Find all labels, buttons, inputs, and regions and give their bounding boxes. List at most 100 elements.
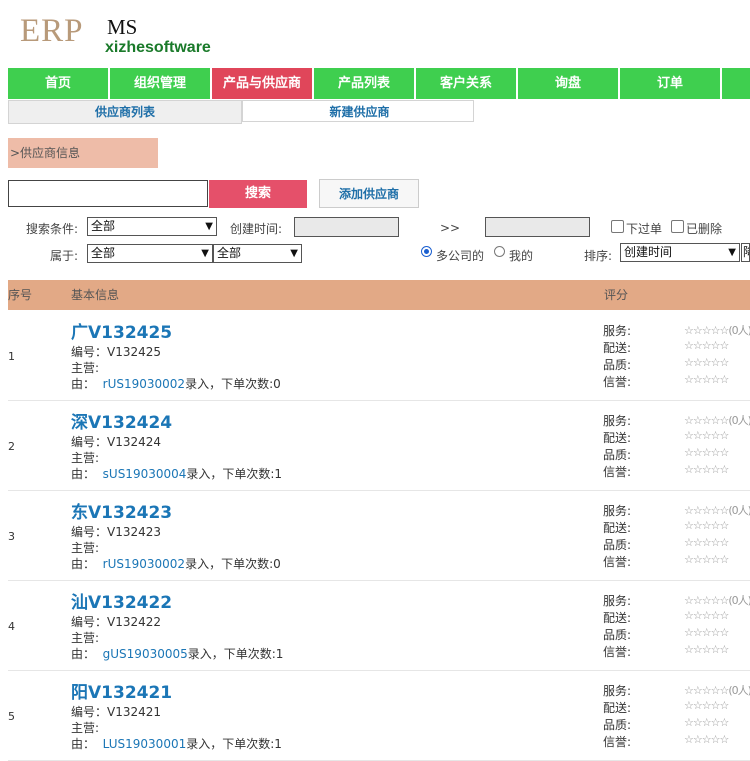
table-row: 2 深V132424 编号：V132424 主营: 由： sUS19030004… xyxy=(8,400,750,491)
breadcrumb: >供应商信息 xyxy=(8,138,158,168)
chevron-down-icon: ▼ xyxy=(205,221,213,232)
nav-tab-org[interactable]: 组织管理 xyxy=(110,68,210,99)
search-button[interactable]: 搜索 xyxy=(209,180,307,208)
rating-service-label: 服务: xyxy=(603,684,632,698)
supplier-entered-by: 由： rUS19030002录入，下单次数:0 xyxy=(71,555,281,572)
rating-credit-label: 信誉: xyxy=(603,375,632,389)
star-rating-icon: ☆☆☆☆☆(0人) xyxy=(684,682,750,698)
subnav-supplier-list[interactable]: 供应商列表 xyxy=(8,100,242,124)
nav-tab-customers[interactable]: 客户关系 xyxy=(416,68,516,99)
sort-select[interactable]: 创建时间 ▼ xyxy=(620,243,740,262)
entered-by-user-link[interactable]: gUS19030005 xyxy=(103,647,188,661)
deleted-checkbox[interactable] xyxy=(671,220,684,233)
star-rating-icon: ☆☆☆☆☆ xyxy=(684,626,729,639)
star-rating-icon: ☆☆☆☆☆ xyxy=(684,716,729,729)
supplier-code: 编号：V132421 xyxy=(71,705,162,719)
entered-by-suffix: 录入，下单次数:0 xyxy=(185,377,281,391)
row-index: 1 xyxy=(8,350,15,363)
scope-mine-label: 我的 xyxy=(509,249,534,263)
rating-credit-label: 信誉: xyxy=(603,735,632,749)
supplier-name-link[interactable]: 汕V132422 xyxy=(71,588,172,613)
rating-count: (0人) xyxy=(728,414,750,427)
stars: ☆☆☆☆☆ xyxy=(684,594,729,607)
sort-label: 排序: xyxy=(584,249,613,263)
rating-count: (0人) xyxy=(728,684,750,697)
belong-label: 属于: xyxy=(50,249,79,263)
belong-select-1[interactable]: 全部 ▼ xyxy=(87,244,213,263)
star-rating-icon: ☆☆☆☆☆ xyxy=(684,553,729,566)
table-row: 4 汕V132422 编号：V132422 主营: 由： gUS19030005… xyxy=(8,580,750,671)
created-from-input[interactable] xyxy=(294,217,399,237)
rating-quality-label: 品质: xyxy=(603,358,632,372)
entered-by-user-link[interactable]: rUS19030002 xyxy=(103,557,185,571)
supplier-entered-by: 由： gUS19030005录入，下单次数:1 xyxy=(71,645,283,662)
entered-by-user-link[interactable]: sUS19030004 xyxy=(103,467,187,481)
rating-service-label: 服务: xyxy=(603,504,632,518)
condition-label: 搜索条件: xyxy=(26,222,79,236)
scope-all-label: 多公司的 xyxy=(436,249,485,263)
row-index: 4 xyxy=(8,620,15,633)
supplier-name-link[interactable]: 阳V132421 xyxy=(71,678,172,703)
header-basic-info: 基本信息 xyxy=(71,288,120,302)
supplier-name-link[interactable]: 广V132425 xyxy=(71,318,172,343)
entered-by-user-link[interactable]: LUS19030001 xyxy=(103,737,187,751)
logo-subtitle: xizhesoftware xyxy=(105,39,211,56)
star-rating-icon: ☆☆☆☆☆ xyxy=(684,463,729,476)
nav-tab-home[interactable]: 首页 xyxy=(8,68,108,99)
rating-quality-label: 品质: xyxy=(603,628,632,642)
sort-order-select[interactable]: 降 xyxy=(741,243,750,262)
entered-by-prefix: 由： xyxy=(71,377,96,391)
nav-tab-inquiry[interactable]: 询盘 xyxy=(518,68,618,99)
table-row: 3 东V132423 编号：V132423 主营: 由： rUS19030002… xyxy=(8,490,750,581)
rating-delivery-label: 配送: xyxy=(603,431,632,445)
nav-tab-more[interactable] xyxy=(722,68,750,99)
entered-by-prefix: 由： xyxy=(71,737,96,751)
star-rating-icon: ☆☆☆☆☆ xyxy=(684,536,729,549)
sort-order-value: 降 xyxy=(743,245,749,259)
belong-select-1-value: 全部 xyxy=(91,246,116,260)
scope-mine-radio[interactable] xyxy=(494,246,505,257)
rating-quality-label: 品质: xyxy=(603,448,632,462)
belong-select-2-value: 全部 xyxy=(217,246,242,260)
rating-service-label: 服务: xyxy=(603,414,632,428)
row-index: 3 xyxy=(8,530,15,543)
scope-all-radio[interactable] xyxy=(421,246,432,257)
subnav-new-supplier[interactable]: 新建供应商 xyxy=(242,100,474,122)
condition-select-value: 全部 xyxy=(91,219,116,233)
entered-by-suffix: 录入，下单次数:0 xyxy=(185,557,281,571)
rating-count: (0人) xyxy=(728,324,750,337)
ordered-checkbox[interactable] xyxy=(611,220,624,233)
star-rating-icon: ☆☆☆☆☆ xyxy=(684,609,729,622)
supplier-name-link[interactable]: 东V132423 xyxy=(71,498,172,523)
table-row: 1 广V132425 编号：V132425 主营: 由： rUS19030002… xyxy=(8,310,750,401)
entered-by-prefix: 由： xyxy=(71,557,96,571)
header-rating: 评分 xyxy=(604,288,629,302)
range-separator: >> xyxy=(440,221,461,235)
logo-ms: MS xyxy=(107,15,138,39)
belong-select-2[interactable]: 全部 ▼ xyxy=(213,244,302,263)
supplier-main-business: 主营: xyxy=(71,361,100,375)
main-nav: 首页 组织管理 产品与供应商 产品列表 客户关系 询盘 订单 xyxy=(8,68,750,99)
star-rating-icon: ☆☆☆☆☆ xyxy=(684,699,729,712)
nav-tab-orders[interactable]: 订单 xyxy=(620,68,720,99)
supplier-entered-by: 由： LUS19030001录入，下单次数:1 xyxy=(71,735,282,752)
stars: ☆☆☆☆☆ xyxy=(684,324,729,337)
star-rating-icon: ☆☆☆☆☆(0人) xyxy=(684,322,750,338)
star-rating-icon: ☆☆☆☆☆ xyxy=(684,519,729,532)
chevron-down-icon: ▼ xyxy=(728,247,736,258)
created-label: 创建时间: xyxy=(230,222,283,236)
created-to-input[interactable] xyxy=(485,217,590,237)
rating-delivery-label: 配送: xyxy=(603,341,632,355)
star-rating-icon: ☆☆☆☆☆ xyxy=(684,733,729,746)
row-index: 5 xyxy=(8,710,15,723)
nav-tab-product-list[interactable]: 产品列表 xyxy=(314,68,414,99)
condition-select[interactable]: 全部 ▼ xyxy=(87,217,217,236)
entered-by-user-link[interactable]: rUS19030002 xyxy=(103,377,185,391)
add-supplier-button[interactable]: 添加供应商 xyxy=(319,179,419,208)
nav-tab-products-suppliers[interactable]: 产品与供应商 xyxy=(212,68,312,99)
supplier-name-link[interactable]: 深V132424 xyxy=(71,408,172,433)
star-rating-icon: ☆☆☆☆☆ xyxy=(684,429,729,442)
search-input[interactable] xyxy=(8,180,208,207)
table-header: 序号 基本信息 评分 xyxy=(8,280,750,310)
entered-by-suffix: 录入，下单次数:1 xyxy=(186,737,282,751)
